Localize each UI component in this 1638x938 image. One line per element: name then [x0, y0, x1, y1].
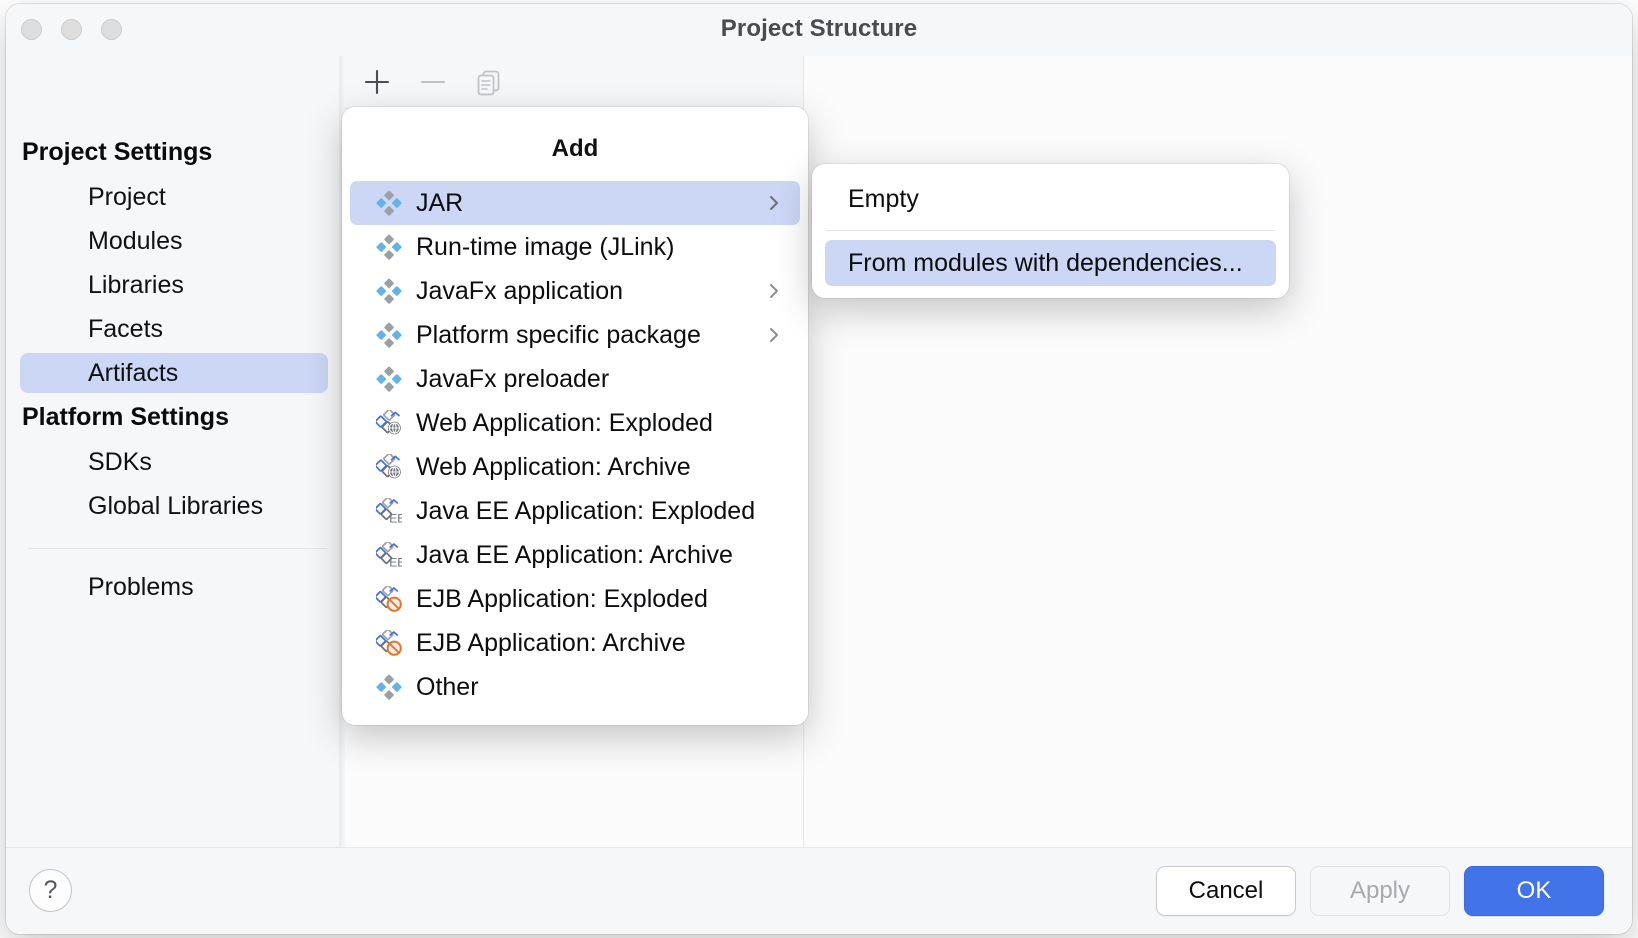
title-bar: Project Structure: [6, 4, 1632, 56]
sidebar-item-facets[interactable]: Facets: [20, 309, 328, 349]
sidebar-item-modules[interactable]: Modules: [20, 221, 328, 261]
artifact-icon: [376, 278, 402, 304]
artifact-icon: [376, 322, 402, 348]
project-structure-window: Project Structure Project Settings P: [6, 4, 1632, 934]
menu-item-jar[interactable]: JAR: [350, 181, 800, 225]
add-artifact-button[interactable]: [357, 62, 397, 102]
screen-root: Project Structure Project Settings P: [0, 0, 1638, 938]
sidebar-item-artifacts[interactable]: Artifacts: [20, 353, 328, 393]
apply-button[interactable]: Apply: [1310, 866, 1450, 916]
menu-item-label: JavaFx application: [416, 277, 623, 306]
submenu-item-empty[interactable]: Empty: [825, 176, 1276, 222]
help-button[interactable]: ?: [29, 869, 72, 912]
sidebar-divider: [28, 548, 327, 549]
sidebar-group-platform-settings: Platform Settings: [6, 397, 339, 438]
menu-item-ejb-application-exploded[interactable]: EJB Application: Exploded: [350, 577, 800, 621]
dialog-footer: ? Cancel Apply OK: [6, 847, 1632, 934]
remove-artifact-button[interactable]: [413, 62, 453, 102]
web-artifact-icon: [376, 454, 402, 480]
menu-item-web-application-exploded[interactable]: Web Application: Exploded: [350, 401, 800, 445]
dialog-button-row: Cancel Apply OK: [1156, 866, 1604, 916]
menu-item-javaee-application-archive[interactable]: EE Java EE Application: Archive: [350, 533, 800, 577]
chevron-right-icon: [766, 327, 782, 343]
artifact-icon: [376, 234, 402, 260]
add-artifact-popup: Add JAR: [342, 107, 808, 725]
menu-item-label: Other: [416, 673, 479, 702]
submenu-separator: [826, 230, 1275, 231]
add-popup-title: Add: [342, 115, 808, 181]
chevron-right-icon: [766, 195, 782, 211]
sidebar-item-sdks[interactable]: SDKs: [20, 442, 328, 482]
artifact-icon: [376, 366, 402, 392]
ejb-artifact-icon: [376, 630, 402, 656]
sidebar-group-project-settings: Project Settings: [6, 132, 339, 173]
ejb-artifact-icon: [376, 586, 402, 612]
javaee-artifact-icon: EE: [376, 542, 402, 568]
sidebar-item-problems[interactable]: Problems: [20, 567, 328, 607]
menu-item-javafx-preloader[interactable]: JavaFx preloader: [350, 357, 800, 401]
menu-item-label: JAR: [416, 189, 463, 218]
menu-item-runtime-image[interactable]: Run-time image (JLink): [350, 225, 800, 269]
ok-button[interactable]: OK: [1464, 866, 1604, 916]
menu-item-label: Java EE Application: Exploded: [416, 497, 755, 526]
artifact-icon: [376, 674, 402, 700]
menu-item-label: Web Application: Exploded: [416, 409, 713, 438]
sidebar-item-global-libraries[interactable]: Global Libraries: [20, 486, 328, 526]
cancel-button[interactable]: Cancel: [1156, 866, 1296, 916]
menu-item-label: Java EE Application: Archive: [416, 541, 733, 570]
menu-item-label: EJB Application: Exploded: [416, 585, 708, 614]
svg-text:EE: EE: [389, 511, 402, 524]
submenu-item-from-modules-with-dependencies[interactable]: From modules with dependencies...: [825, 240, 1276, 286]
settings-sidebar: Project Settings Project Modules Librari…: [6, 56, 339, 934]
javaee-artifact-icon: EE: [376, 498, 402, 524]
svg-text:EE: EE: [389, 555, 402, 568]
menu-item-label: Web Application: Archive: [416, 453, 691, 482]
artifacts-toolbar: [345, 56, 804, 109]
menu-item-javaee-application-exploded[interactable]: EE Java EE Application: Exploded: [350, 489, 800, 533]
menu-item-label: EJB Application: Archive: [416, 629, 686, 658]
sidebar-items: Project Settings Project Modules Librari…: [6, 132, 339, 611]
menu-item-label: JavaFx preloader: [416, 365, 609, 394]
sidebar-item-project[interactable]: Project: [20, 177, 328, 217]
artifact-icon: [376, 190, 402, 216]
menu-item-other[interactable]: Other: [350, 665, 800, 709]
menu-item-javafx-application[interactable]: JavaFx application: [350, 269, 800, 313]
page-title: Project Structure: [6, 15, 1632, 43]
web-artifact-icon: [376, 410, 402, 436]
menu-item-label: Platform specific package: [416, 321, 701, 350]
copy-artifact-button[interactable]: [469, 62, 509, 102]
jar-submenu: Empty From modules with dependencies...: [812, 164, 1289, 298]
sidebar-item-libraries[interactable]: Libraries: [20, 265, 328, 305]
menu-item-label: Run-time image (JLink): [416, 233, 674, 262]
chevron-right-icon: [766, 283, 782, 299]
menu-item-ejb-application-archive[interactable]: EJB Application: Archive: [350, 621, 800, 665]
menu-item-platform-specific-package[interactable]: Platform specific package: [350, 313, 800, 357]
menu-item-web-application-archive[interactable]: Web Application: Archive: [350, 445, 800, 489]
